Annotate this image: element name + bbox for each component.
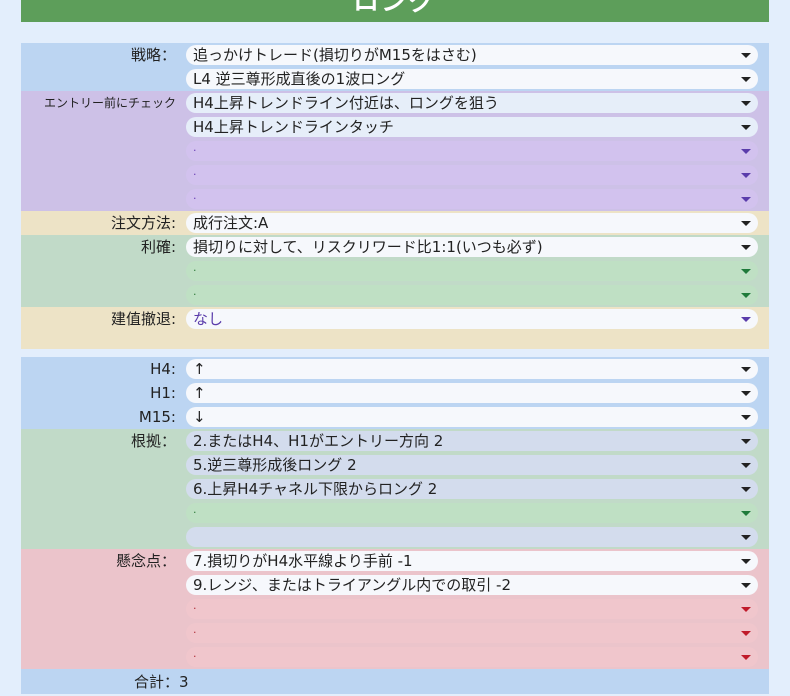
chevron-down-icon — [741, 269, 751, 274]
profit-section: 利確: 損切りに対して、リスクリワード比1:1(いつも必ず) . . — [21, 235, 769, 307]
m15-select[interactable]: ↓ — [186, 407, 758, 427]
chevron-down-icon — [741, 535, 751, 540]
chevron-down-icon — [741, 631, 751, 636]
check-select-2[interactable]: H4上昇トレンドラインタッチ — [186, 117, 758, 137]
h1-select[interactable]: ↑ — [186, 383, 758, 403]
h4-label: H4: — [150, 360, 176, 378]
chevron-down-icon — [741, 487, 751, 492]
total-section: 合計：3 — [21, 669, 769, 694]
chevron-down-icon — [741, 439, 751, 444]
chevron-down-icon — [741, 317, 751, 322]
check-select-5[interactable]: . — [186, 189, 758, 209]
basis-select-4[interactable]: . — [186, 503, 758, 523]
chevron-down-icon — [741, 293, 751, 298]
h4-select[interactable]: ↑ — [186, 359, 758, 379]
trade-form: 戦略： 追っかけトレード(損切りがM15をはさむ) L4 逆三尊形成直後の1波ロ… — [21, 43, 769, 694]
chevron-down-icon — [741, 77, 751, 82]
concern-select-3[interactable]: . — [186, 599, 758, 619]
chevron-down-icon — [741, 511, 751, 516]
profit-select-2[interactable]: . — [186, 261, 758, 281]
strategy-label: 戦略： — [130, 46, 176, 64]
m15-label: M15: — [138, 408, 176, 426]
concern-label: 懸念点： — [115, 552, 176, 570]
total-score: 合計：3 — [134, 673, 189, 691]
chevron-down-icon — [741, 583, 751, 588]
breakeven-select[interactable]: なし — [186, 309, 758, 329]
basis-select-2[interactable]: 5.逆三尊形成後ロング 2 — [186, 455, 758, 475]
h1-label: H1: — [150, 384, 176, 402]
chevron-down-icon — [741, 149, 751, 154]
entry-check-label: エントリー前にチェック — [43, 96, 176, 110]
basis-select-3[interactable]: 6.上昇H4チャネル下限からロング 2 — [186, 479, 758, 499]
concern-section: 懸念点： 7.損切りがH4水平線より手前 -1 9.レンジ、またはトライアングル… — [21, 549, 769, 669]
basis-select-1[interactable]: 2.またはH4、H1がエントリー方向 2 — [186, 431, 758, 451]
profit-select-1[interactable]: 損切りに対して、リスクリワード比1:1(いつも必ず) — [186, 237, 758, 257]
concern-select-5[interactable]: . — [186, 647, 758, 667]
profit-select-3[interactable]: . — [186, 285, 758, 305]
concern-select-2[interactable]: 9.レンジ、またはトライアングル内での取引 -2 — [186, 575, 758, 595]
concern-select-4[interactable]: . — [186, 623, 758, 643]
breakeven-label: 建值撤退: — [110, 310, 176, 328]
chevron-down-icon — [741, 101, 751, 106]
strategy-section: 戦略： 追っかけトレード(損切りがM15をはさむ) L4 逆三尊形成直後の1波ロ… — [21, 43, 769, 91]
order-select[interactable]: 成行注文:A — [186, 213, 758, 233]
page-header: ロング — [21, 0, 769, 22]
chevron-down-icon — [741, 391, 751, 396]
breakeven-section: 建值撤退: なし — [21, 307, 769, 349]
basis-select-5[interactable] — [186, 527, 758, 547]
chevron-down-icon — [741, 53, 751, 58]
check-select-1[interactable]: H4上昇トレンドライン付近は、ロングを狙う — [186, 93, 758, 113]
chevron-down-icon — [741, 245, 751, 250]
check-select-4[interactable]: . — [186, 165, 758, 185]
order-label: 注文方法: — [110, 214, 176, 232]
profit-label: 利確: — [140, 238, 176, 256]
basis-label: 根拠： — [130, 432, 176, 450]
chevron-down-icon — [741, 367, 751, 372]
timeframe-section: H4: ↑ H1: ↑ M15: ↓ — [21, 357, 769, 429]
basis-section: 根拠： 2.またはH4、H1がエントリー方向 2 5.逆三尊形成後ロング 2 6… — [21, 429, 769, 549]
chevron-down-icon — [741, 559, 751, 564]
chevron-down-icon — [741, 607, 751, 612]
strategy-select-1[interactable]: 追っかけトレード(損切りがM15をはさむ) — [186, 45, 758, 65]
chevron-down-icon — [741, 463, 751, 468]
chevron-down-icon — [741, 197, 751, 202]
check-select-3[interactable]: . — [186, 141, 758, 161]
chevron-down-icon — [741, 221, 751, 226]
chevron-down-icon — [741, 415, 751, 420]
chevron-down-icon — [741, 125, 751, 130]
strategy-select-2[interactable]: L4 逆三尊形成直後の1波ロング — [186, 69, 758, 89]
page-title: ロング — [352, 0, 437, 17]
entry-check-section: エントリー前にチェック H4上昇トレンドライン付近は、ロングを狙う H4上昇トレ… — [21, 91, 769, 211]
chevron-down-icon — [741, 655, 751, 660]
concern-select-1[interactable]: 7.損切りがH4水平線より手前 -1 — [186, 551, 758, 571]
chevron-down-icon — [741, 173, 751, 178]
order-section: 注文方法: 成行注文:A — [21, 211, 769, 235]
